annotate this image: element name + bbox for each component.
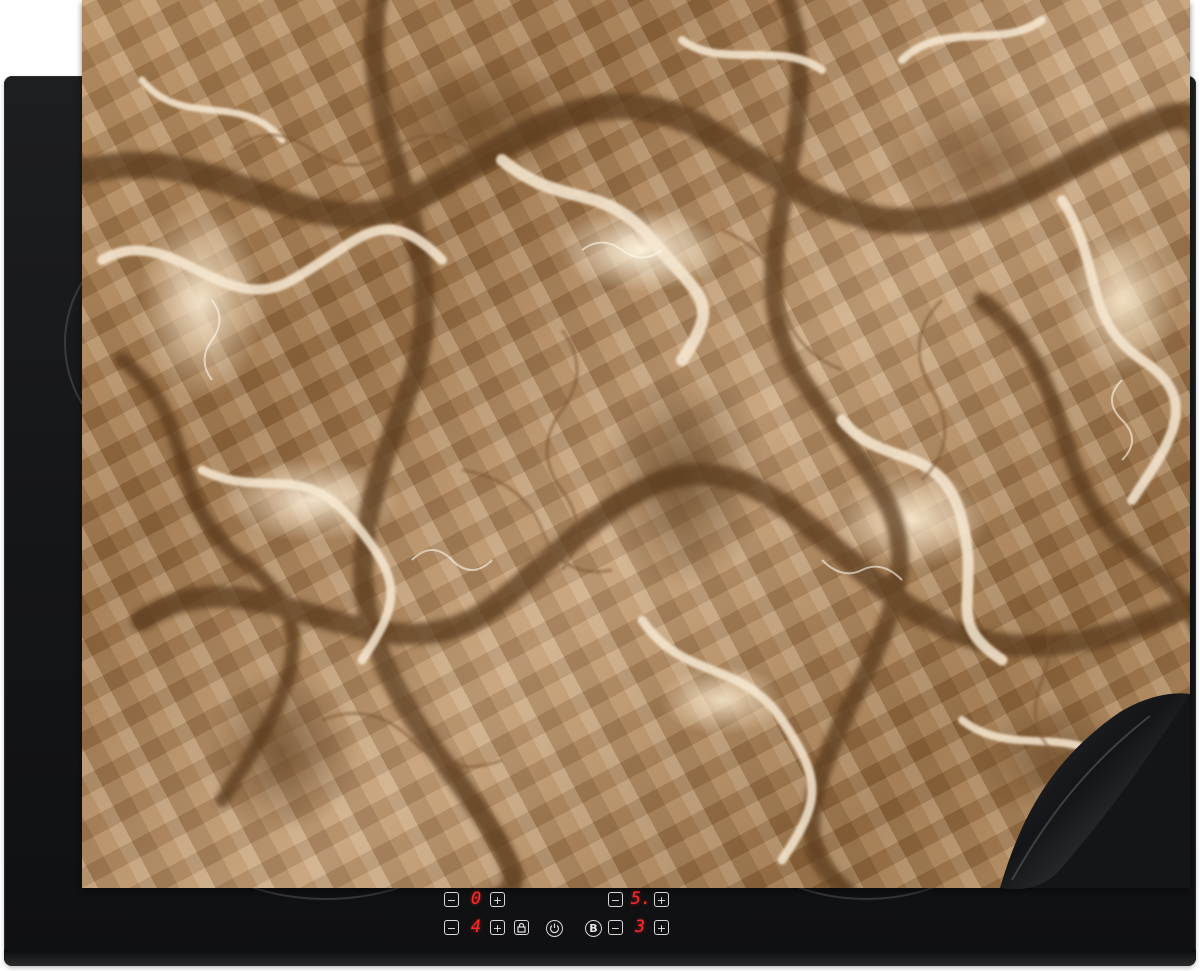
boost-button[interactable]: B — [585, 920, 602, 937]
lock-button[interactable] — [514, 920, 529, 935]
lock-icon — [517, 922, 526, 933]
right-upper-power-display: 5. — [630, 889, 652, 909]
marble-swirl-pattern — [82, 0, 1190, 888]
right-lower-power-display: 3 — [634, 917, 646, 937]
left-lower-plus-button[interactable]: + — [490, 920, 505, 935]
right-upper-minus-button[interactable]: − — [608, 892, 623, 907]
touch-control-panel: − 0 + − 4 + B − 5. + − 3 + — [440, 888, 680, 948]
left-upper-plus-button[interactable]: + — [490, 892, 505, 907]
marble-cover-mat — [82, 0, 1190, 888]
left-upper-minus-button[interactable]: − — [444, 892, 459, 907]
power-icon — [549, 923, 560, 934]
right-lower-minus-button[interactable]: − — [608, 920, 623, 935]
left-lower-power-display: 4 — [470, 917, 482, 937]
product-photo: − 0 + − 4 + B − 5. + − 3 + — [0, 0, 1200, 971]
right-upper-plus-button[interactable]: + — [654, 892, 669, 907]
left-lower-minus-button[interactable]: − — [444, 920, 459, 935]
power-button[interactable] — [546, 920, 563, 937]
hob-front-edge — [4, 950, 1196, 966]
left-upper-power-display: 0 — [470, 889, 482, 909]
right-lower-plus-button[interactable]: + — [654, 920, 669, 935]
